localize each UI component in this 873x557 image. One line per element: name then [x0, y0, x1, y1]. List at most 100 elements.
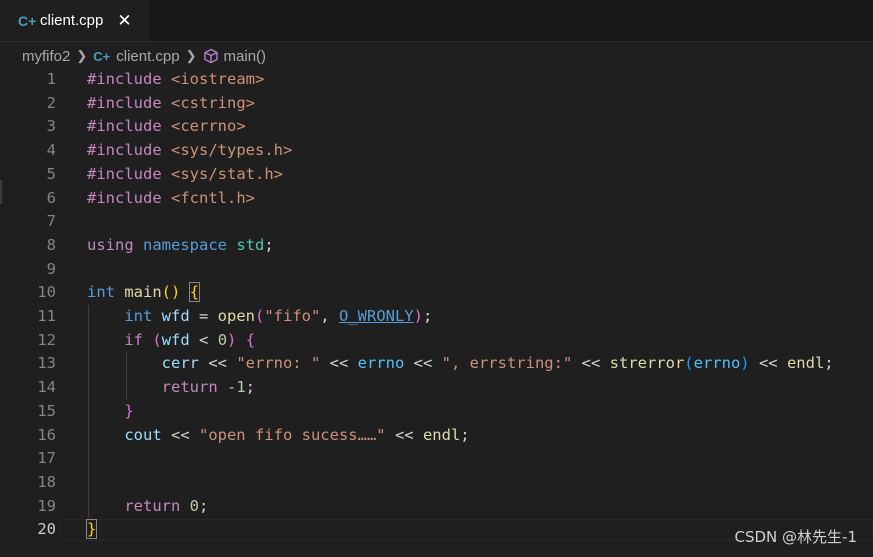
code-line[interactable]: 16 cout << "open fifo sucess……" << endl;: [0, 424, 873, 448]
code-text: #include <cerrno>: [87, 115, 246, 139]
code-token: {: [245, 330, 256, 349]
code-line[interactable]: 8 using namespace std;: [0, 234, 873, 258]
breadcrumb: myfifo2 ❯ C+ client.cpp ❯ main(): [22, 44, 266, 68]
code-token: endl: [422, 425, 461, 444]
code-line[interactable]: 18: [0, 471, 873, 495]
code-token: <cerrno>: [171, 117, 246, 136]
cpp-file-icon: C+: [18, 12, 37, 29]
code-text: cerr << "errno: " << errno << ", errstri…: [87, 352, 834, 376]
code-line[interactable]: 1 #include <iostream>: [0, 68, 873, 92]
code-token: ;: [460, 425, 470, 444]
code-text: return 0;: [87, 495, 208, 519]
code-token: <iostream>: [171, 70, 265, 88]
code-line[interactable]: 9: [0, 258, 873, 282]
code-token: std: [236, 235, 265, 254]
code-line[interactable]: 19 return 0;: [0, 495, 873, 519]
code-token: wfd: [161, 330, 190, 349]
code-line[interactable]: 3 #include <cerrno>: [0, 115, 873, 139]
line-number: 20: [37, 520, 56, 539]
code-token: (): [161, 283, 181, 302]
code-text: #include <fcntl.h>: [87, 187, 255, 211]
code-token: errno: [357, 354, 405, 373]
code-line[interactable]: 2 #include <cstring>: [0, 92, 873, 116]
cpp-file-icon: C+: [93, 48, 111, 64]
line-number: 11: [37, 307, 56, 325]
code-text: int main() {: [87, 281, 201, 305]
code-token: #include: [87, 117, 162, 136]
code-line[interactable]: 4 #include <sys/types.h>: [0, 139, 873, 163]
code-token: ;: [199, 496, 209, 515]
code-token: using: [87, 235, 134, 254]
code-line[interactable]: 12 if (wfd < 0) {: [0, 329, 873, 353]
code-token: ;: [423, 307, 433, 325]
code-token: =: [189, 307, 218, 325]
code-token: <<: [572, 354, 610, 373]
code-token: 0: [189, 496, 200, 515]
code-token: ;: [264, 235, 274, 254]
code-text: #include <iostream>: [87, 68, 264, 92]
code-token: ): [413, 307, 424, 325]
line-number: 12: [37, 330, 56, 349]
code-token: main: [124, 283, 162, 302]
code-token: {: [188, 282, 201, 303]
line-number: 1: [46, 70, 56, 88]
line-number: 6: [46, 188, 56, 207]
code-token: <<: [404, 354, 442, 373]
line-number: 8: [46, 235, 56, 254]
code-text: if (wfd < 0) {: [87, 329, 255, 353]
line-number: 10: [37, 283, 56, 302]
code-editor[interactable]: 1 #include <iostream> 2 #include <cstring> 3…: [0, 68, 873, 557]
code-token: (: [684, 354, 694, 373]
code-line[interactable]: 6 #include <fcntl.h>: [0, 187, 873, 211]
line-number: 16: [37, 425, 56, 444]
code-line[interactable]: 7: [0, 210, 873, 234]
indent-guide: [126, 352, 127, 400]
code-token: "open fifo sucess……": [198, 425, 386, 444]
code-token: return: [161, 378, 218, 397]
code-line[interactable]: 17: [0, 447, 873, 471]
code-token: #include: [87, 70, 162, 88]
code-token: <sys/stat.h>: [171, 164, 283, 183]
code-token: ,: [320, 307, 340, 325]
code-line[interactable]: 13 cerr << "errno: " << errno << ", errs…: [0, 352, 873, 376]
code-token: <sys/types.h>: [171, 141, 293, 160]
breadcrumb-symbol[interactable]: main(): [224, 48, 267, 65]
line-number: 17: [37, 449, 56, 468]
code-token: }: [85, 519, 98, 540]
code-token: ): [740, 354, 750, 373]
code-token: #include: [87, 93, 162, 112]
tab-client-cpp[interactable]: C+ client.cpp ✕: [0, 0, 150, 41]
code-line[interactable]: 5 #include <sys/stat.h>: [0, 163, 873, 187]
code-token: 0: [217, 330, 228, 349]
code-token: "fifo": [264, 307, 321, 325]
breadcrumb-file[interactable]: client.cpp: [116, 48, 179, 65]
code-text: using namespace std;: [87, 234, 274, 258]
code-token: int: [87, 283, 115, 302]
code-line[interactable]: 10 int main() {: [0, 281, 873, 305]
tab-label: client.cpp: [40, 12, 104, 29]
line-number: 13: [37, 354, 56, 373]
line-number: 9: [46, 259, 56, 278]
code-line[interactable]: 15 }: [0, 400, 873, 424]
code-token: ;: [824, 354, 834, 373]
close-icon[interactable]: ✕: [117, 11, 131, 31]
code-token: <<: [198, 354, 237, 373]
code-line[interactable]: 14 return -1;: [0, 376, 873, 400]
code-token: O_WRONLY: [339, 307, 414, 325]
code-token: (: [152, 330, 162, 349]
breadcrumb-folder[interactable]: myfifo2: [22, 48, 70, 65]
code-token: <<: [161, 425, 199, 444]
code-text: }: [87, 400, 133, 424]
watermark: CSDN @林先生-1: [734, 528, 858, 546]
code-line[interactable]: 11 int wfd = open("fifo", O_WRONLY);: [0, 305, 873, 329]
line-number: 4: [46, 141, 56, 160]
code-token: cout: [124, 425, 162, 444]
